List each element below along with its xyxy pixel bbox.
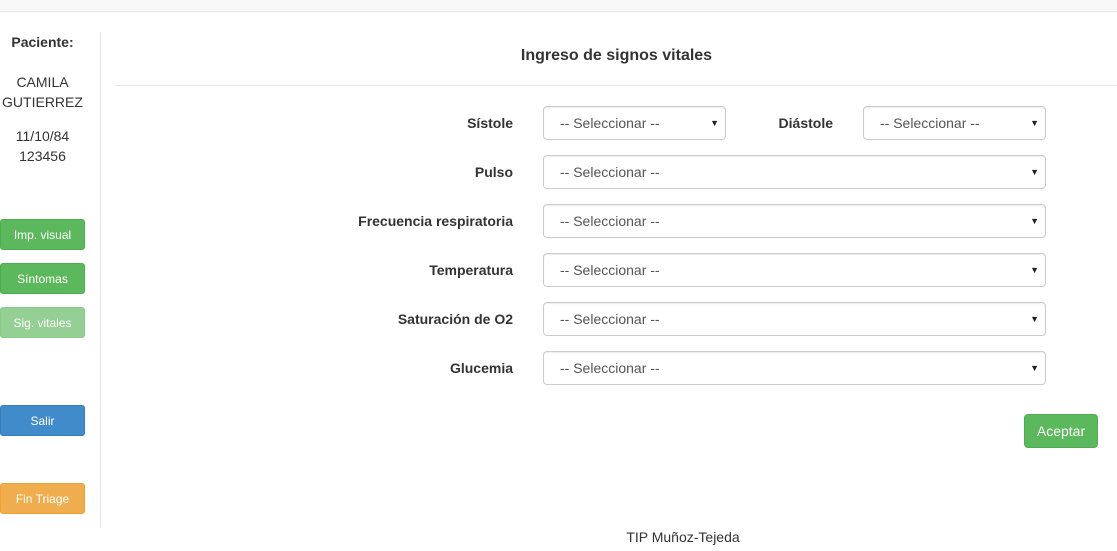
frecuencia-label: Frecuencia respiratoria (358, 213, 513, 229)
fin-triage-button[interactable]: Fin Triage (0, 483, 85, 514)
patient-info: 11/10/84 123456 (0, 126, 85, 166)
sistole-select-value: -- Seleccionar -- (560, 115, 660, 131)
saturacion-select[interactable]: -- Seleccionar -- ▼ (543, 302, 1046, 336)
sistole-label: Sístole (467, 115, 513, 131)
accept-button[interactable]: Aceptar (1024, 414, 1098, 448)
caret-down-icon: ▼ (1030, 314, 1039, 324)
imp-visual-button[interactable]: Imp. visual (0, 219, 85, 250)
frecuencia-select-value: -- Seleccionar -- (560, 213, 660, 229)
caret-down-icon: ▼ (1030, 167, 1039, 177)
pulso-label: Pulso (474, 164, 513, 180)
saturacion-label: Saturación de O2 (397, 311, 513, 327)
diastole-select-value: -- Seleccionar -- (880, 115, 980, 131)
saturacion-select-value: -- Seleccionar -- (560, 311, 660, 327)
pulso-select-value: -- Seleccionar -- (560, 164, 660, 180)
sintomas-button[interactable]: Síntomas (0, 263, 85, 294)
glucemia-select[interactable]: -- Seleccionar -- ▼ (543, 351, 1046, 385)
caret-down-icon: ▼ (710, 118, 719, 128)
patient-birthdate: 11/10/84 (15, 128, 70, 144)
caret-down-icon: ▼ (1030, 265, 1039, 275)
glucemia-select-value: -- Seleccionar -- (560, 360, 660, 376)
diastole-label: Diástole (778, 115, 833, 131)
caret-down-icon: ▼ (1030, 363, 1039, 373)
temperatura-select-value: -- Seleccionar -- (560, 262, 660, 278)
top-navbar (0, 0, 1117, 12)
sig-vitales-button[interactable]: Sig. vitales (0, 307, 85, 338)
caret-down-icon: ▼ (1030, 118, 1039, 128)
temperatura-select[interactable]: -- Seleccionar -- ▼ (543, 253, 1046, 287)
title-divider (116, 85, 1117, 86)
caret-down-icon: ▼ (1030, 216, 1039, 226)
frecuencia-select[interactable]: -- Seleccionar -- ▼ (543, 204, 1046, 238)
patient-heading: Paciente: (11, 34, 74, 50)
salir-button[interactable]: Salir (0, 405, 85, 436)
patient-name: CAMILA GUTIERREZ (2, 74, 83, 110)
pulso-select[interactable]: -- Seleccionar -- ▼ (543, 155, 1046, 189)
sistole-select[interactable]: -- Seleccionar -- ▼ (543, 106, 726, 140)
glucemia-label: Glucemia (449, 360, 513, 376)
diastole-select[interactable]: -- Seleccionar -- ▼ (863, 106, 1046, 140)
patient-id: 123456 (19, 148, 66, 164)
footer-text: TIP Muñoz-Tejeda (626, 529, 740, 545)
temperatura-label: Temperatura (429, 262, 513, 278)
page-title: Ingreso de signos vitales (520, 47, 713, 64)
